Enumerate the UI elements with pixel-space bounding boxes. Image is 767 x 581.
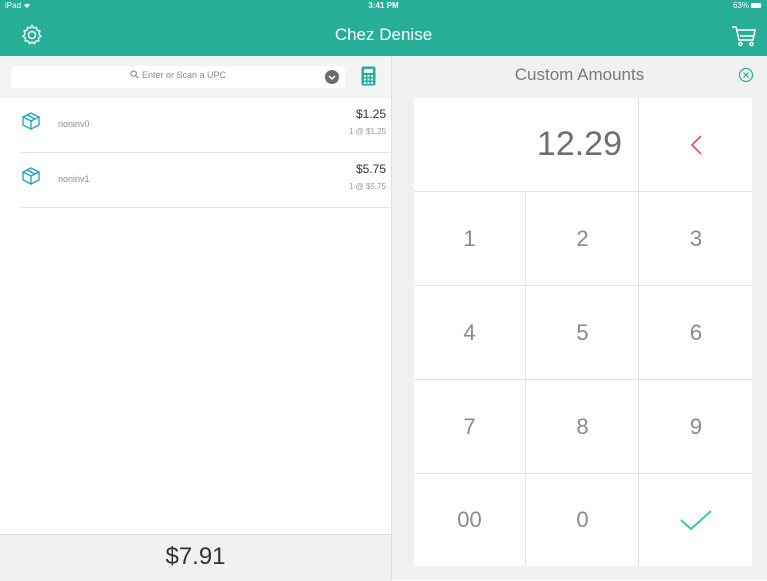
cart-panel: Enter or Scan a UPC noninv0 $1.25 1 @ $1… xyxy=(0,56,392,581)
checkmark-icon xyxy=(680,510,712,531)
key-9[interactable]: 9 xyxy=(640,380,752,473)
key-00[interactable]: 00 xyxy=(414,474,526,566)
app-header: iPad 3:41 PM 63% Chez Denise xyxy=(0,0,767,56)
key-7[interactable]: 7 xyxy=(414,380,526,473)
item-name: noninv0 xyxy=(58,119,90,129)
cart-button[interactable] xyxy=(731,24,757,48)
search-placeholder: Enter or Scan a UPC xyxy=(141,70,227,80)
status-battery: 63% xyxy=(733,1,761,10)
backspace-button[interactable] xyxy=(640,98,752,191)
key-8[interactable]: 8 xyxy=(527,380,639,473)
item-price: $1.25 xyxy=(355,107,386,121)
item-quantity-detail: 1 @ $5.75 xyxy=(348,182,386,191)
keypad-row: 00 0 xyxy=(414,474,752,566)
confirm-button[interactable] xyxy=(640,474,752,566)
keypad-row: 1 2 3 xyxy=(414,192,752,286)
key-1[interactable]: 1 xyxy=(414,192,526,285)
close-button[interactable] xyxy=(738,67,754,83)
box-icon xyxy=(21,167,41,186)
store-title: Chez Denise xyxy=(334,25,433,44)
calculator-icon xyxy=(361,66,376,86)
order-total: $7.91 xyxy=(165,543,226,570)
item-price: $5.75 xyxy=(355,162,386,176)
key-6[interactable]: 6 xyxy=(640,286,752,379)
list-item[interactable]: noninv0 $1.25 1 @ $1.25 xyxy=(21,98,391,153)
item-quantity-detail: 1 @ $1.25 xyxy=(348,127,386,136)
close-icon xyxy=(738,67,754,83)
total-bar: $7.91 xyxy=(0,534,391,581)
chevron-left-icon xyxy=(690,134,702,155)
search-icon xyxy=(130,70,139,81)
battery-label: 63% xyxy=(732,1,749,10)
box-icon xyxy=(21,112,41,131)
calculator-button[interactable] xyxy=(361,66,376,86)
item-name: noninv1 xyxy=(58,174,90,184)
key-4[interactable]: 4 xyxy=(414,286,526,379)
search-options-button[interactable] xyxy=(325,70,339,84)
panel-title: Custom Amounts xyxy=(514,65,645,84)
amount-row: 12.29 xyxy=(414,98,752,192)
key-2[interactable]: 2 xyxy=(527,192,639,285)
custom-amounts-panel: Custom Amounts 12.29 1 2 3 4 5 6 7 8 9 0… xyxy=(392,56,767,580)
upc-search[interactable]: Enter or Scan a UPC xyxy=(11,66,345,88)
keypad-row: 4 5 6 xyxy=(414,286,752,380)
key-5[interactable]: 5 xyxy=(527,286,639,379)
key-3[interactable]: 3 xyxy=(640,192,752,285)
status-time: 3:41 PM xyxy=(368,1,399,10)
amount-display: 12.29 xyxy=(414,98,639,191)
cart-icon xyxy=(732,26,756,47)
chevron-down-icon xyxy=(328,75,336,81)
cart-items-list: noninv0 $1.25 1 @ $1.25 noninv1 $5.75 1 … xyxy=(0,98,391,534)
keypad: 12.29 1 2 3 4 5 6 7 8 9 00 0 xyxy=(414,98,752,566)
search-field[interactable]: Enter or Scan a UPC xyxy=(11,70,345,81)
keypad-row: 7 8 9 xyxy=(414,380,752,474)
battery-icon xyxy=(751,3,761,8)
list-item[interactable]: noninv1 $5.75 1 @ $5.75 xyxy=(21,153,391,208)
key-0[interactable]: 0 xyxy=(527,474,639,566)
